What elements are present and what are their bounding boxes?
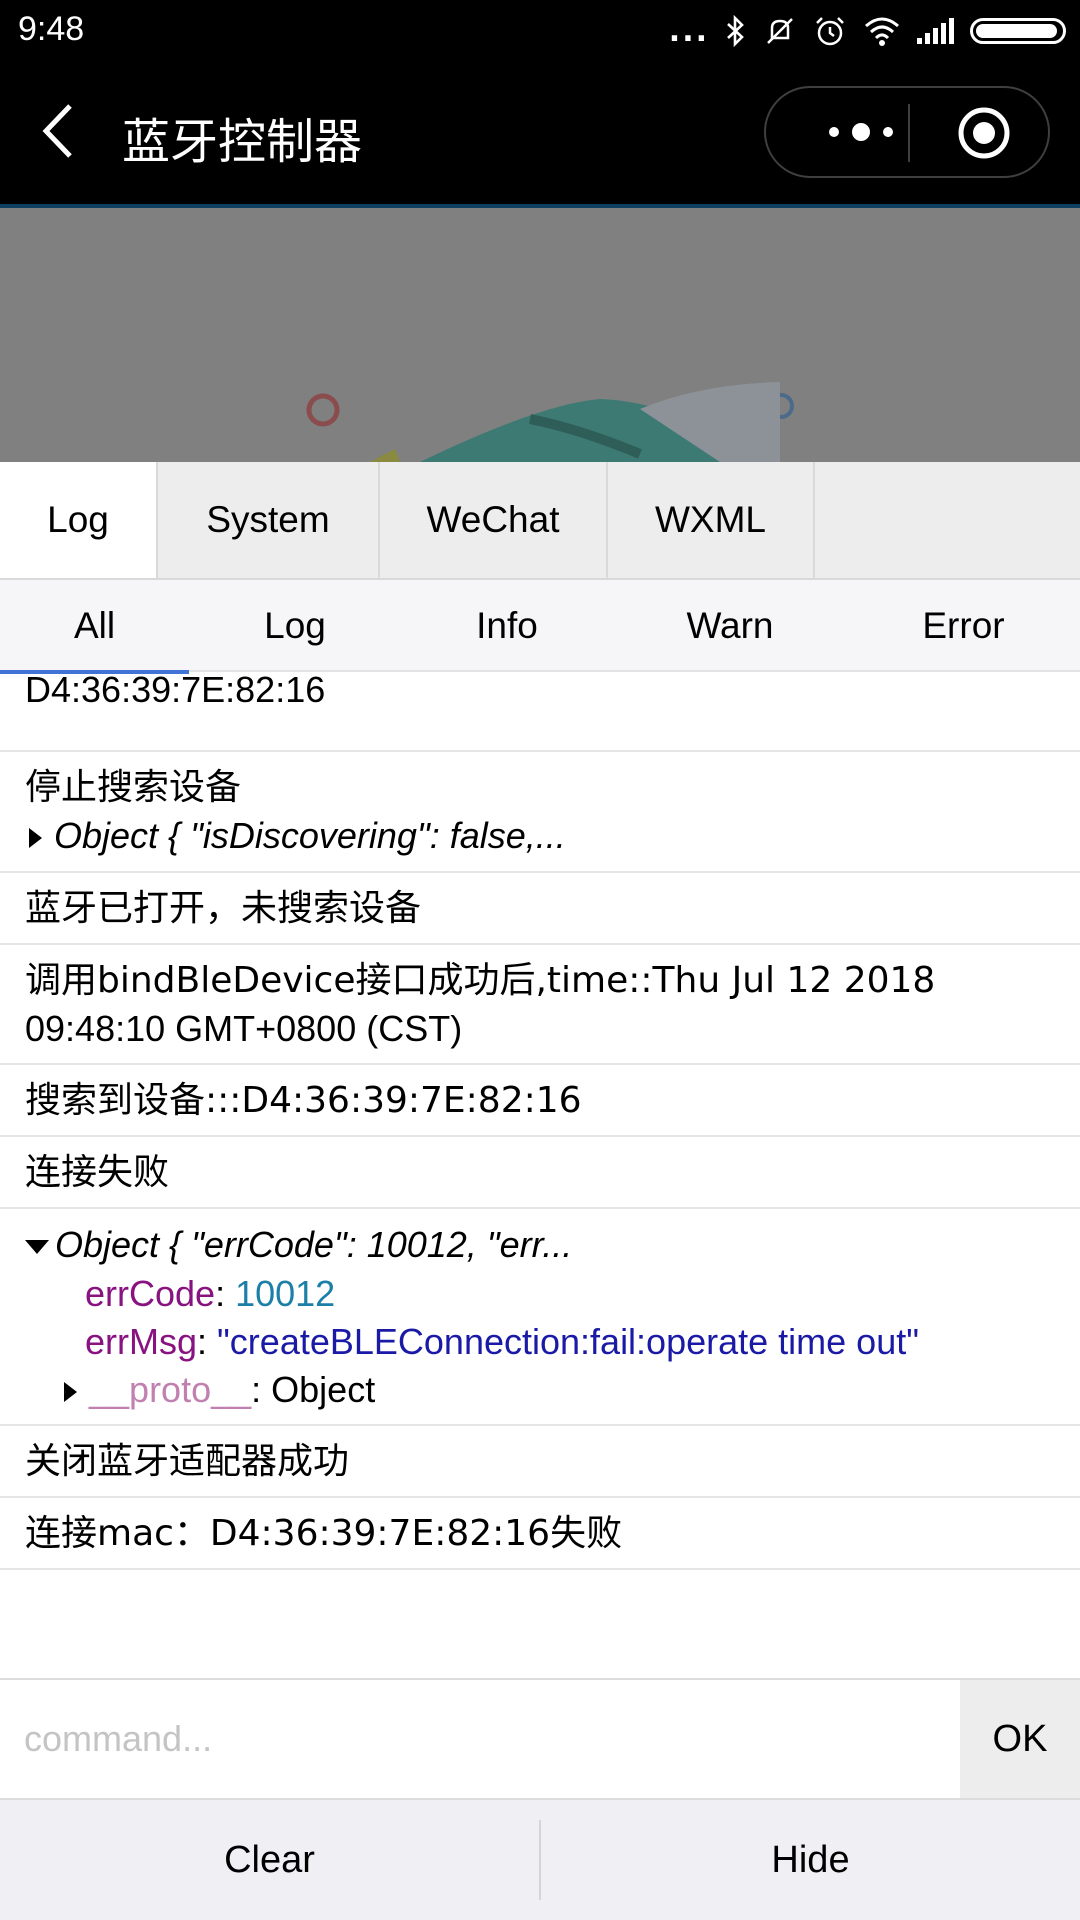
mute-vibrate-icon — [767, 18, 793, 44]
nav-bar: 蓝牙控制器 — [0, 62, 1080, 204]
more-icon[interactable] — [806, 114, 916, 150]
log-entry: 蓝牙已打开，未搜索设备 — [0, 873, 1080, 945]
log-text: 连接失败 — [25, 1152, 170, 1193]
log-list[interactable]: D4:36:39:7E:82:16 停止搜索设备 Object { "isDis… — [0, 672, 1080, 1678]
log-text: 关闭蓝牙适配器成功 — [25, 1441, 350, 1482]
object-summary: Object { "errCode": 10012, "err... — [55, 1224, 573, 1265]
filter-info[interactable]: Info — [401, 580, 613, 672]
status-icons: ... — [669, 8, 1066, 54]
log-text: 09:48:10 GMT+0800 (CST) — [25, 1008, 463, 1049]
alarm-icon — [816, 17, 844, 46]
bluetooth-icon — [727, 15, 744, 47]
collapse-icon[interactable] — [25, 1240, 49, 1254]
status-time: 9:48 — [18, 10, 85, 48]
capsule-divider — [908, 104, 910, 162]
more-dots-icon: ... — [668, 13, 709, 49]
log-text: 停止搜索设备 — [25, 767, 242, 808]
filter-error[interactable]: Error — [847, 580, 1080, 672]
object-property: errMsg: "createBLEConnection:fail:operat… — [85, 1321, 919, 1362]
background-page — [0, 204, 1080, 462]
command-input[interactable] — [0, 1680, 960, 1798]
log-entry: 连接失败 — [0, 1137, 1080, 1209]
property-key: errMsg — [85, 1321, 198, 1362]
log-text: D4:36:39:7E:82:16 — [25, 672, 326, 710]
expand-icon[interactable] — [29, 828, 42, 848]
expand-icon[interactable] — [64, 1382, 77, 1403]
battery-icon — [970, 18, 1066, 44]
log-entry: 关闭蓝牙适配器成功 — [0, 1426, 1080, 1498]
object-preview[interactable]: Object { "isDiscovering": false,... — [25, 812, 1056, 861]
footer-bar: Clear Hide — [0, 1798, 1080, 1920]
log-entry: 调用bindBleDevice接口成功后,time::Thu Jul 12 20… — [0, 945, 1080, 1065]
object-property[interactable]: __proto__: Object — [25, 1366, 1056, 1414]
log-filter-tabs: All Log Info Warn Error — [0, 580, 1080, 674]
main-tabs: Log System WeChat WXML — [0, 462, 1080, 580]
command-bar: OK — [0, 1678, 1080, 1798]
tab-wechat[interactable]: WeChat — [380, 462, 608, 578]
object-property: errCode: 10012 — [85, 1273, 336, 1314]
log-text: 调用bindBleDevice接口成功后,time::Thu Jul 12 20… — [25, 960, 936, 1001]
property-key: __proto__ — [89, 1369, 252, 1410]
filter-all[interactable]: All — [0, 580, 189, 674]
log-text: 连接mac：D4:36:39:7E:82:16失败 — [25, 1513, 623, 1554]
log-entry: Object { "errCode": 10012, "err... errCo… — [0, 1209, 1080, 1426]
log-entry: 停止搜索设备 Object { "isDiscovering": false,.… — [0, 752, 1080, 873]
property-value: 10012 — [235, 1273, 336, 1314]
back-icon[interactable] — [36, 98, 96, 164]
vconsole-panel: Log System WeChat WXML All Log Info Warn… — [0, 462, 1080, 1920]
tab-system[interactable]: System — [158, 462, 380, 578]
signal-icon — [917, 18, 954, 44]
property-key: errCode — [85, 1273, 216, 1314]
page-title: 蓝牙控制器 — [122, 114, 363, 170]
log-text: 蓝牙已打开，未搜索设备 — [25, 888, 422, 929]
filter-log[interactable]: Log — [189, 580, 401, 672]
tab-wxml[interactable]: WXML — [608, 462, 815, 578]
background-illustration — [306, 382, 794, 462]
property-value: Object — [271, 1369, 376, 1410]
log-entry: D4:36:39:7E:82:16 — [0, 672, 1080, 752]
clear-button[interactable]: Clear — [0, 1800, 539, 1920]
status-bar: 9:48 ... — [0, 0, 1080, 62]
log-entry: 搜索到设备:::D4:36:39:7E:82:16 — [0, 1065, 1080, 1137]
close-target-icon[interactable] — [956, 105, 1012, 161]
object-preview[interactable]: Object { "errCode": 10012, "err... — [25, 1221, 1056, 1270]
tab-log[interactable]: Log — [0, 462, 158, 578]
log-text: 搜索到设备:::D4:36:39:7E:82:16 — [25, 1080, 582, 1121]
hide-button[interactable]: Hide — [541, 1800, 1080, 1920]
property-value: "createBLEConnection:fail:operate time o… — [217, 1321, 919, 1362]
object-summary: Object { "isDiscovering": false,... — [54, 815, 566, 856]
mini-program-capsule — [764, 86, 1050, 178]
filter-warn[interactable]: Warn — [613, 580, 847, 672]
ok-button[interactable]: OK — [960, 1680, 1080, 1798]
log-entry: 连接mac：D4:36:39:7E:82:16失败 — [0, 1498, 1080, 1570]
wifi-icon — [865, 17, 899, 46]
